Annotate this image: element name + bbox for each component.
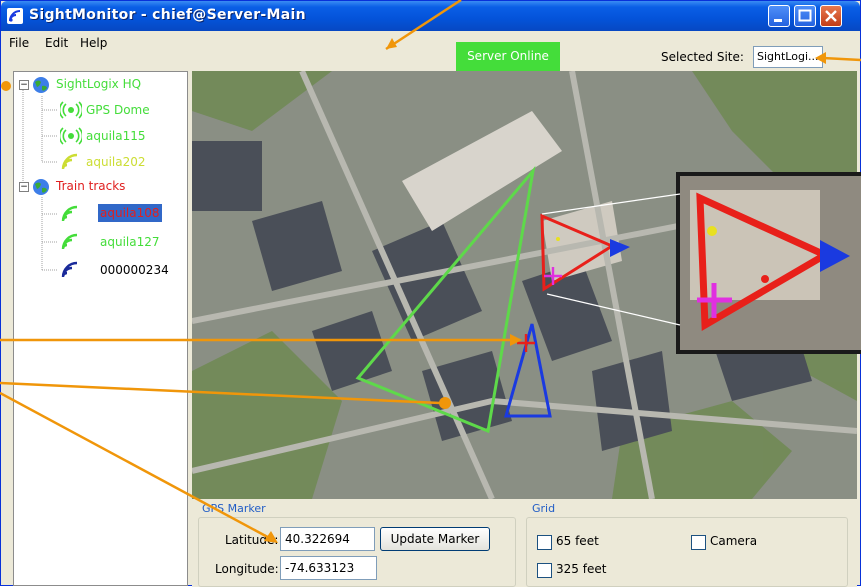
selected-site-label: Selected Site: xyxy=(661,50,744,64)
tree-site-label: Train tracks xyxy=(56,179,126,193)
tree-device-aquila202[interactable]: aquila202 xyxy=(60,152,180,172)
tree-site-sightlogix-hq[interactable]: SightLogix HQ xyxy=(32,74,182,94)
collapse-toggle[interactable]: − xyxy=(19,80,29,90)
tree-device-label: aquila202 xyxy=(86,155,146,169)
tree-site-train-tracks[interactable]: Train tracks xyxy=(32,176,182,196)
grid-option-label: 65 feet xyxy=(556,534,599,548)
tree-device-label: GPS Dome xyxy=(86,103,150,117)
grid-option-label: 325 feet xyxy=(556,562,607,576)
map-canvas xyxy=(192,71,857,499)
camera-signal-icon xyxy=(61,261,78,278)
tree-device-label: 000000234 xyxy=(100,263,169,277)
site-select[interactable]: SightLogi... xyxy=(753,46,823,68)
grid-group xyxy=(526,517,848,587)
minimize-icon xyxy=(774,19,782,22)
grid-title: Grid xyxy=(532,502,556,515)
maximize-icon xyxy=(798,9,812,22)
globe-icon xyxy=(33,77,49,93)
longitude-field[interactable]: -74.633123 xyxy=(280,556,377,580)
gps-marker-title: GPS Marker xyxy=(202,502,266,515)
yellow-point xyxy=(556,237,560,241)
maximize-button[interactable] xyxy=(794,5,816,27)
app-signal-icon xyxy=(7,8,23,24)
camera-signal-icon xyxy=(61,205,78,222)
tree-device-aquila115[interactable]: aquila115 xyxy=(60,126,180,146)
site-tree[interactable]: − SightLogix HQ GPS Dome aquila115 aquil… xyxy=(13,71,188,586)
menu-file[interactable]: File xyxy=(9,36,29,50)
tree-device-gps-dome[interactable]: GPS Dome xyxy=(60,100,180,120)
menu-edit[interactable]: Edit xyxy=(45,36,68,50)
latitude-label: Latitude: xyxy=(225,533,279,547)
latitude-field[interactable]: 40.322694 xyxy=(280,527,375,551)
tree-device-aquila127[interactable]: aquila127 xyxy=(60,232,180,252)
close-button[interactable] xyxy=(820,5,842,27)
tree-device-000000234[interactable]: 000000234 xyxy=(60,260,180,280)
app-window: SightMonitor - chief@Server-Main File Ed… xyxy=(0,0,861,587)
camera-signal-icon xyxy=(61,233,78,250)
tree-device-label: aquila115 xyxy=(86,129,146,143)
satellite-map[interactable] xyxy=(192,71,857,499)
tree-device-label-selected: aquila108 xyxy=(98,204,162,222)
minimize-button[interactable] xyxy=(768,5,790,27)
collapse-toggle[interactable]: − xyxy=(19,182,29,192)
title-bar[interactable]: SightMonitor - chief@Server-Main xyxy=(1,1,860,31)
menu-help[interactable]: Help xyxy=(80,36,107,50)
dome-sensor-icon xyxy=(60,127,82,145)
globe-icon xyxy=(33,179,49,195)
server-status-badge: Server Online xyxy=(456,42,560,71)
tree-device-label: aquila127 xyxy=(100,235,160,249)
grid-option-label: Camera xyxy=(710,534,758,548)
tree-device-aquila108[interactable]: aquila108 xyxy=(60,204,180,224)
longitude-label: Longitude: xyxy=(215,562,279,576)
tree-site-label: SightLogix HQ xyxy=(56,77,142,91)
window-title: SightMonitor - chief@Server-Main xyxy=(29,7,306,23)
grid-camera-checkbox[interactable] xyxy=(691,535,706,550)
control-panel: GPS Marker Latitude: 40.322694 Longitude… xyxy=(192,499,857,587)
close-icon xyxy=(825,10,837,22)
grid-65-feet-checkbox[interactable] xyxy=(537,535,552,550)
grid-325-feet-checkbox[interactable] xyxy=(537,563,552,578)
camera-signal-icon xyxy=(61,153,78,170)
dome-sensor-icon xyxy=(60,101,82,119)
update-marker-button[interactable]: Update Marker xyxy=(380,527,490,551)
